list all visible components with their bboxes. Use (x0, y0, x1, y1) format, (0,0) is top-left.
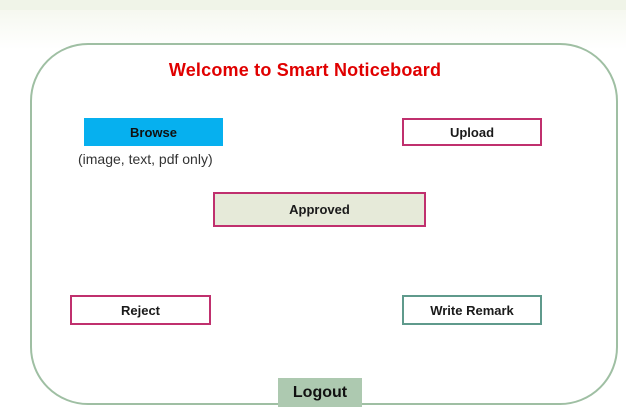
page-title: Welcome to Smart Noticeboard (168, 60, 442, 80)
upload-button[interactable]: Upload (402, 118, 542, 146)
approved-button[interactable]: Approved (213, 192, 426, 227)
logout-button[interactable]: Logout (278, 378, 362, 407)
browse-button[interactable]: Browse (84, 118, 223, 146)
file-type-hint: (image, text, pdf only) (78, 151, 213, 167)
noticeboard-page: Welcome to Smart Noticeboard Browse (ima… (0, 0, 626, 414)
decorative-edge-line (0, 0, 626, 10)
reject-button[interactable]: Reject (70, 295, 211, 325)
write-remark-button[interactable]: Write Remark (402, 295, 542, 325)
